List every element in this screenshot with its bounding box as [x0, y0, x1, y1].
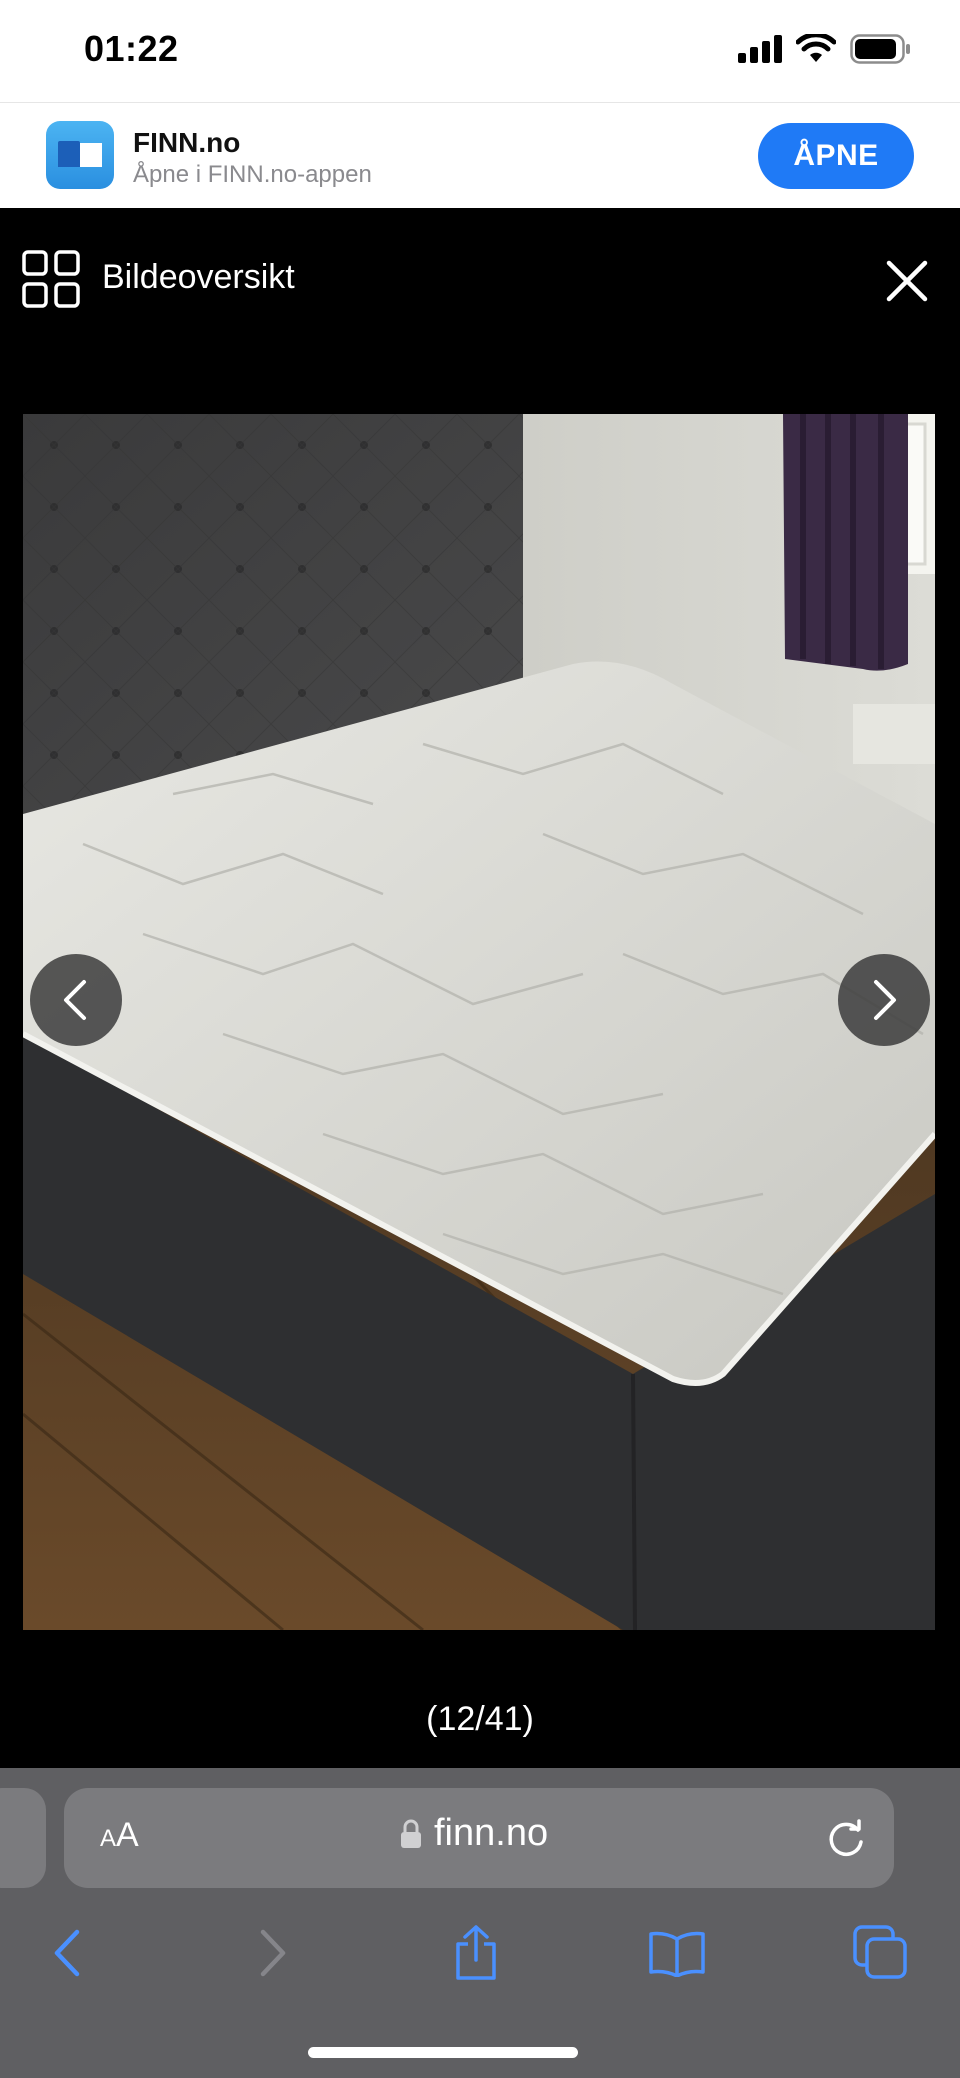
grid-icon[interactable] — [22, 250, 80, 308]
gallery-overview-link[interactable]: Bildeoversikt — [102, 258, 295, 297]
chevron-left-icon — [64, 980, 86, 1020]
reload-icon[interactable] — [824, 1816, 868, 1860]
aa-large-label: A — [116, 1816, 139, 1854]
gallery-header: Bildeoversikt — [0, 208, 960, 348]
gallery-photo[interactable] — [23, 414, 935, 1630]
bookmarks-button[interactable] — [642, 1918, 712, 1988]
address-bar[interactable]: AA finn.no — [64, 1788, 894, 1888]
tabs-button[interactable] — [846, 1918, 916, 1988]
bookmarks-icon — [649, 1931, 705, 1977]
url-text: finn.no — [434, 1812, 549, 1854]
chevron-right-icon — [874, 980, 896, 1020]
safari-toolbar — [0, 1918, 960, 2008]
forward-icon — [260, 1929, 286, 1977]
open-app-button[interactable]: ÅPNE — [758, 123, 914, 189]
app-subtitle: Åpne i FINN.no-appen — [133, 161, 372, 188]
back-button[interactable] — [32, 1918, 102, 1988]
image-counter: (12/41) — [426, 1700, 534, 1738]
tabs-icon — [853, 1925, 907, 1979]
share-button[interactable] — [441, 1918, 511, 1988]
battery-icon — [850, 34, 910, 64]
status-icons — [738, 34, 912, 64]
finn-app-icon[interactable] — [46, 121, 114, 189]
aa-small-label: A — [100, 1825, 117, 1852]
previous-tab-peek[interactable] — [0, 1788, 46, 1888]
share-icon — [456, 1925, 496, 1980]
bed-photo-illustration — [23, 414, 935, 1630]
back-icon — [54, 1929, 80, 1977]
lock-icon — [401, 1819, 421, 1848]
status-bar: 01:22 — [0, 0, 960, 102]
app-name: FINN.no — [133, 127, 241, 158]
forward-button[interactable] — [238, 1918, 308, 1988]
cellular-signal-icon — [738, 35, 782, 63]
url-display[interactable]: finn.no — [400, 1812, 548, 1855]
safari-bottom-bar: AA finn.no — [0, 1768, 960, 2078]
home-indicator[interactable] — [308, 2047, 578, 2058]
page: 01:22 FINN.no Åpne i FINN.no-appen ÅPNE … — [0, 0, 960, 2078]
wifi-icon — [796, 34, 836, 62]
previous-image-button[interactable] — [30, 954, 122, 1046]
reader-settings-button[interactable]: AA — [100, 1816, 139, 1855]
status-time: 01:22 — [84, 28, 179, 69]
app-banner: FINN.no Åpne i FINN.no-appen ÅPNE — [0, 102, 960, 208]
close-icon[interactable] — [884, 258, 930, 304]
next-image-button[interactable] — [838, 954, 930, 1046]
